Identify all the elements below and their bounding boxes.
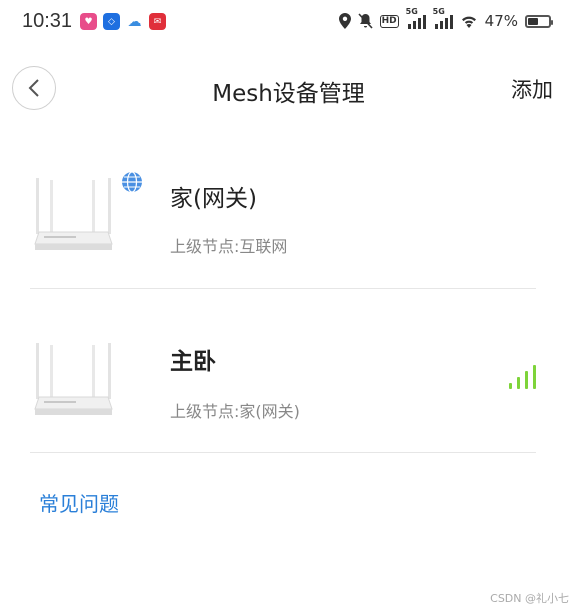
- watermark: CSDN @礼小七: [490, 592, 569, 605]
- app-notification-icon: ✉: [149, 13, 166, 30]
- wifi-icon: [461, 16, 476, 28]
- divider: [30, 452, 536, 453]
- cloud-icon: ☁: [126, 13, 143, 30]
- battery-percent: 47%: [484, 12, 518, 30]
- device-parent-node: 上级节点:互联网: [170, 237, 288, 256]
- battery-icon: [525, 14, 553, 28]
- divider: [30, 288, 536, 289]
- device-item-gateway[interactable]: 家(网关) 上级节点:互联网: [30, 145, 536, 295]
- app-notification-icon: ♥: [80, 13, 97, 30]
- app-notification-icon: ◇: [103, 13, 120, 30]
- location-icon: [338, 13, 351, 29]
- device-name: 家(网关): [170, 186, 257, 212]
- status-bar: 10:31 ♥ ◇ ☁ ✉ HD 5G 5G 47%: [0, 0, 577, 46]
- mute-bell-icon: [358, 13, 373, 29]
- device-item-bedroom[interactable]: 主卧 上级节点:家(网关): [30, 310, 536, 460]
- signal-icon: 5G: [406, 7, 426, 29]
- page-title: Mesh设备管理: [212, 81, 365, 107]
- globe-icon: [122, 171, 142, 193]
- device-parent-node: 上级节点:家(网关): [170, 402, 300, 421]
- add-button[interactable]: 添加: [511, 74, 553, 104]
- faq-link[interactable]: 常见问题: [39, 488, 119, 517]
- system-indicators: HD 5G 5G 47%: [338, 7, 553, 30]
- signal-icon: 5G: [433, 7, 453, 29]
- signal-strength-icon: [509, 365, 536, 389]
- hd-icon: HD: [379, 14, 399, 28]
- device-name: 主卧: [170, 349, 216, 375]
- status-time: 10:31: [22, 10, 73, 32]
- notification-icons: ♥ ◇ ☁ ✉: [80, 13, 166, 30]
- router-icon: [34, 343, 113, 415]
- router-icon: [34, 178, 113, 250]
